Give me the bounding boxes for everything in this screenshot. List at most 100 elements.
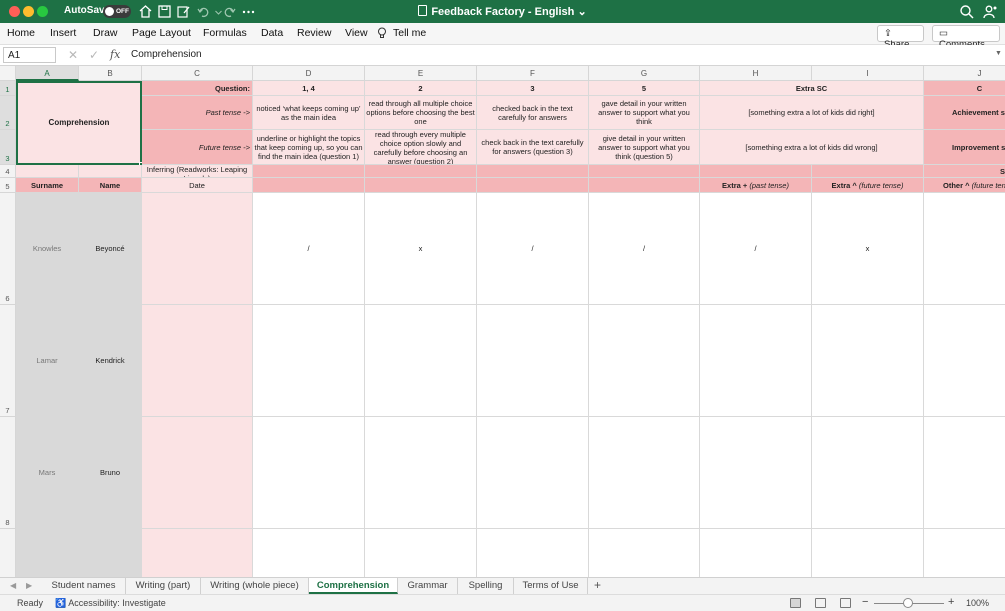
student-mark-g[interactable]: [589, 417, 700, 529]
student-surname[interactable]: Mars: [16, 417, 79, 529]
cell-e1[interactable]: 2: [365, 81, 477, 96]
cell-h1-extra-sc[interactable]: Extra SC: [700, 81, 924, 96]
document-title-bar[interactable]: Feedback Factory - English ⌄: [0, 5, 1005, 18]
student-mark-h[interactable]: [700, 417, 812, 529]
cell-e3[interactable]: read through every multiple choice optio…: [365, 130, 477, 165]
cell-e2[interactable]: read through all multiple choice options…: [365, 96, 477, 130]
student-mark-d[interactable]: [253, 529, 365, 577]
cell-d1[interactable]: 1, 4: [253, 81, 365, 96]
sheet-tab-spelling[interactable]: Spelling: [458, 578, 514, 594]
student-date[interactable]: [142, 193, 253, 305]
student-mark-e[interactable]: x: [365, 193, 477, 305]
student-name[interactable]: Bruno: [79, 417, 142, 529]
column-header-g[interactable]: G: [589, 66, 700, 81]
add-sheet-button[interactable]: +: [594, 578, 601, 592]
student-mark-f[interactable]: /: [477, 193, 589, 305]
cancel-formula-icon[interactable]: ✕: [68, 48, 78, 62]
student-surname[interactable]: Knowles: [16, 193, 79, 305]
student-mark-g[interactable]: [589, 529, 700, 577]
search-icon[interactable]: [958, 3, 975, 20]
cell-c1-question-label[interactable]: Question:: [142, 81, 253, 96]
cell-f5[interactable]: [477, 178, 589, 193]
student-mark-i[interactable]: [812, 417, 924, 529]
sheet-tab-comprehension[interactable]: Comprehension: [309, 578, 398, 594]
student-mark-e[interactable]: [365, 417, 477, 529]
cell-j2[interactable]: Achievement se: [924, 96, 1005, 130]
cell-d3[interactable]: underline or highlight the topics that k…: [253, 130, 365, 165]
row-header-8[interactable]: 8: [0, 417, 16, 529]
share-button[interactable]: ⇪ Share: [877, 25, 924, 50]
cell-f3[interactable]: check back in the text carefully for ans…: [477, 130, 589, 165]
cell-g5[interactable]: [589, 178, 700, 193]
zoom-level[interactable]: 100%: [966, 598, 989, 608]
cell-j3[interactable]: Improvement se: [924, 130, 1005, 165]
formula-input[interactable]: Comprehension: [131, 49, 202, 60]
cell-f4[interactable]: [477, 165, 589, 178]
cell-j4[interactable]: S: [924, 165, 1005, 178]
column-header-c[interactable]: C: [142, 66, 253, 81]
cell-d2[interactable]: noticed ‘what keeps coming up’ as the ma…: [253, 96, 365, 130]
student-mark-e[interactable]: [365, 305, 477, 417]
tab-draw[interactable]: Draw: [93, 27, 118, 39]
tell-me-search[interactable]: Tell me: [393, 27, 426, 39]
comments-button[interactable]: ▭ Comments: [932, 25, 1000, 50]
column-header-h[interactable]: H: [700, 66, 812, 81]
student-mark-h[interactable]: /: [700, 193, 812, 305]
lightbulb-icon[interactable]: [377, 27, 387, 42]
student-mark-f[interactable]: [477, 305, 589, 417]
zoom-in-button[interactable]: +: [948, 596, 954, 608]
tab-data[interactable]: Data: [261, 27, 283, 39]
student-mark-i[interactable]: x: [812, 193, 924, 305]
cell-b4[interactable]: [79, 165, 142, 178]
page-break-view-button[interactable]: [840, 598, 851, 608]
sheet-tab-student-names[interactable]: Student names: [42, 578, 126, 594]
student-date[interactable]: [142, 305, 253, 417]
student-mark-j[interactable]: [924, 193, 1005, 305]
tab-home[interactable]: Home: [7, 27, 35, 39]
student-mark-f[interactable]: [477, 417, 589, 529]
student-date[interactable]: [142, 529, 253, 577]
student-name[interactable]: [79, 529, 142, 577]
sheet-tab-terms-of-use[interactable]: Terms of Use: [514, 578, 588, 594]
select-all-corner[interactable]: [0, 66, 16, 81]
column-header-j[interactable]: J: [924, 66, 1005, 81]
student-mark-i[interactable]: [812, 529, 924, 577]
cell-g4[interactable]: [589, 165, 700, 178]
column-header-b[interactable]: B: [79, 66, 142, 81]
confirm-formula-icon[interactable]: ✓: [89, 48, 99, 62]
cell-e4[interactable]: [365, 165, 477, 178]
cell-c3-future-label[interactable]: Future tense ->: [142, 130, 253, 165]
student-surname[interactable]: Lamar: [16, 305, 79, 417]
student-mark-j[interactable]: [924, 305, 1005, 417]
next-sheet-icon[interactable]: ▶: [26, 581, 32, 590]
name-box[interactable]: A1: [3, 47, 56, 63]
cell-h4[interactable]: [700, 165, 812, 178]
cell-g2[interactable]: gave detail in your written answer to su…: [589, 96, 700, 130]
normal-view-button[interactable]: [790, 598, 801, 608]
prev-sheet-icon[interactable]: ◀: [10, 581, 16, 590]
row-header-4[interactable]: 4: [0, 165, 16, 178]
cell-i4[interactable]: [812, 165, 924, 178]
column-header-a[interactable]: A: [16, 66, 79, 81]
column-header-i[interactable]: I: [812, 66, 924, 81]
tab-review[interactable]: Review: [297, 27, 331, 39]
cell-g3[interactable]: give detail in your written answer to su…: [589, 130, 700, 165]
cell-j1[interactable]: C: [924, 81, 1005, 96]
student-mark-d[interactable]: [253, 417, 365, 529]
student-mark-f[interactable]: [477, 529, 589, 577]
cell-c2-past-label[interactable]: Past tense ->: [142, 96, 253, 130]
student-name[interactable]: Kendrick: [79, 305, 142, 417]
cell-e5[interactable]: [365, 178, 477, 193]
student-mark-e[interactable]: [365, 529, 477, 577]
header-extra-past[interactable]: Extra + (past tense): [700, 178, 812, 193]
account-icon[interactable]: [982, 3, 999, 20]
tab-formulas[interactable]: Formulas: [203, 27, 247, 39]
student-mark-g[interactable]: /: [589, 193, 700, 305]
cell-g1[interactable]: 5: [589, 81, 700, 96]
expand-formula-icon[interactable]: ▼: [995, 50, 1002, 57]
student-mark-d[interactable]: [253, 305, 365, 417]
student-mark-i[interactable]: [812, 305, 924, 417]
cell-a4[interactable]: [16, 165, 79, 178]
tab-insert[interactable]: Insert: [50, 27, 76, 39]
accessibility-checker[interactable]: ♿ Accessibility: Investigate: [55, 598, 166, 609]
